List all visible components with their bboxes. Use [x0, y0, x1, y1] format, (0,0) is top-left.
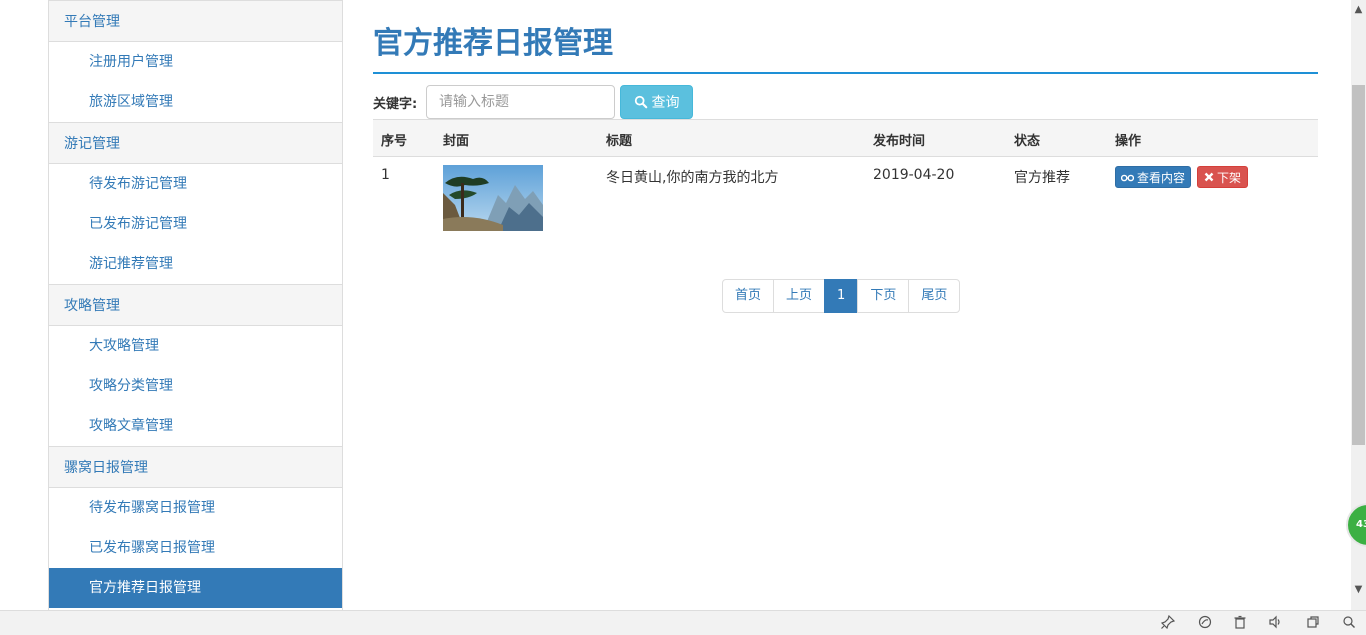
- page-first[interactable]: 首页: [722, 279, 775, 313]
- col-publish-time: 发布时间: [873, 134, 926, 149]
- page-last[interactable]: 尾页: [908, 279, 961, 313]
- page-next[interactable]: 下页: [857, 279, 910, 313]
- close-icon: [1204, 172, 1214, 182]
- window-icon[interactable]: [1305, 615, 1321, 631]
- row-status: 官方推荐: [1014, 170, 1070, 186]
- col-status: 状态: [1014, 134, 1041, 149]
- scroll-up-icon[interactable]: ▲: [1353, 4, 1364, 16]
- page-prev[interactable]: 上页: [773, 279, 826, 313]
- table-header: 序号 封面 标题 发布时间 状态 操作: [373, 119, 1318, 157]
- volume-icon[interactable]: [1267, 615, 1283, 631]
- search-button[interactable]: 查询: [620, 85, 693, 119]
- search-label: 关键字:: [373, 97, 418, 112]
- sidebar-group-travelogue[interactable]: 游记管理: [49, 122, 342, 164]
- sidebar-item-official-daily[interactable]: 官方推荐日报管理: [49, 568, 342, 608]
- sidebar-group-guide[interactable]: 攻略管理: [49, 284, 342, 326]
- search-icon: [634, 95, 647, 109]
- title-divider: [373, 72, 1318, 74]
- search-bar: 关键字: 查询: [373, 85, 1318, 119]
- search-input[interactable]: [426, 85, 615, 119]
- take-down-label: 下架: [1217, 170, 1242, 185]
- sidebar-item-travel-regions[interactable]: 旅游区域管理: [49, 82, 342, 122]
- sidebar-item-guide-category[interactable]: 攻略分类管理: [49, 366, 342, 406]
- scroll-thumb[interactable]: [1352, 85, 1365, 445]
- sidebar-item-published-travelogue[interactable]: 已发布游记管理: [49, 204, 342, 244]
- row-index: 1: [381, 167, 390, 183]
- row-publish-time: 2019-04-20: [873, 167, 955, 183]
- sidebar-item-big-guide[interactable]: 大攻略管理: [49, 326, 342, 366]
- refresh-icon[interactable]: [1197, 615, 1213, 631]
- sidebar-item-registered-users[interactable]: 注册用户管理: [49, 42, 342, 82]
- scroll-down-icon[interactable]: ▼: [1353, 584, 1364, 596]
- sidebar-item-recommended-travelogue[interactable]: 游记推荐管理: [49, 244, 342, 284]
- sidebar: 平台管理 注册用户管理 旅游区域管理 游记管理 待发布游记管理 已发布游记管理 …: [48, 0, 343, 610]
- floating-badge[interactable]: 43: [1346, 503, 1366, 547]
- col-cover: 封面: [443, 134, 470, 149]
- glasses-icon: [1121, 174, 1134, 181]
- sidebar-group-daily[interactable]: 骡窝日报管理: [49, 446, 342, 488]
- page-title: 官方推荐日报管理: [373, 26, 613, 61]
- take-down-button[interactable]: 下架: [1197, 166, 1249, 188]
- col-index: 序号: [381, 134, 408, 149]
- zoom-icon[interactable]: [1341, 615, 1357, 631]
- search-button-label: 查询: [651, 95, 680, 111]
- sidebar-item-published-daily[interactable]: 已发布骡窝日报管理: [49, 528, 342, 568]
- data-table: 序号 封面 标题 发布时间 状态 操作 1 冬日黄山,你的南方我的北方 2019…: [373, 119, 1318, 247]
- sidebar-item-guide-article[interactable]: 攻略文章管理: [49, 406, 342, 446]
- sidebar-item-pending-daily[interactable]: 待发布骡窝日报管理: [49, 488, 342, 528]
- pagination: 首页 上页 1 下页 尾页: [722, 279, 961, 313]
- row-title: 冬日黄山,你的南方我的北方: [606, 170, 779, 186]
- table-row: 1 冬日黄山,你的南方我的北方 2019-04-20 官方推荐 查看内容 下架: [373, 157, 1318, 247]
- sidebar-group-platform[interactable]: 平台管理: [49, 0, 342, 42]
- status-bar: [0, 610, 1366, 635]
- page-current[interactable]: 1: [824, 279, 859, 313]
- trash-icon[interactable]: [1232, 615, 1248, 631]
- cover-thumbnail: [443, 165, 543, 231]
- view-content-label: 查看内容: [1137, 170, 1186, 185]
- sidebar-item-pending-travelogue[interactable]: 待发布游记管理: [49, 164, 342, 204]
- col-actions: 操作: [1115, 134, 1142, 149]
- col-title: 标题: [606, 134, 633, 149]
- view-content-button[interactable]: 查看内容: [1115, 166, 1192, 188]
- pin-icon[interactable]: [1160, 614, 1176, 631]
